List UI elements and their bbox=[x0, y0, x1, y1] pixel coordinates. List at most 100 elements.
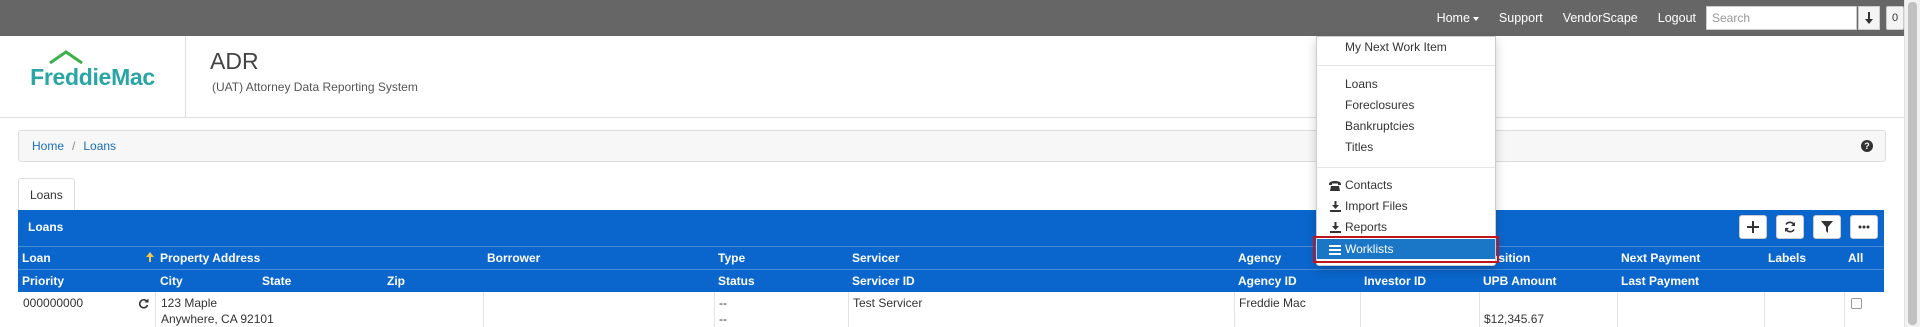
column-divider bbox=[714, 292, 715, 327]
col-header-upb-amount[interactable]: UPB Amount bbox=[1483, 274, 1557, 288]
column-divider bbox=[848, 292, 849, 327]
col-header-type[interactable]: Type bbox=[718, 251, 745, 265]
property-address-line2: Anywhere, CA 92101 bbox=[161, 312, 274, 326]
help-icon[interactable]: ? bbox=[1861, 140, 1873, 152]
loans-panel-header: Loans bbox=[18, 210, 1884, 246]
loan-status: -- bbox=[719, 312, 727, 326]
column-divider bbox=[1234, 292, 1235, 327]
search-submit-button[interactable] bbox=[1858, 6, 1880, 30]
col-header-property-address[interactable]: Property Address bbox=[160, 251, 260, 265]
ellipsis-icon bbox=[1858, 225, 1870, 229]
agency-name: Freddie Mac bbox=[1239, 296, 1306, 310]
col-header-agency[interactable]: Agency bbox=[1238, 251, 1281, 265]
column-divider bbox=[1479, 292, 1480, 327]
table-header-row-2: Priority City State Zip Status Servicer … bbox=[18, 269, 1884, 292]
menu-item-contacts[interactable]: Contacts bbox=[1317, 175, 1495, 195]
loan-type: -- bbox=[719, 296, 727, 310]
col-header-labels[interactable]: Labels bbox=[1768, 251, 1806, 265]
menu-item-label: My Next Work Item bbox=[1345, 40, 1447, 54]
col-header-investor-id[interactable]: Investor ID bbox=[1364, 274, 1426, 288]
menu-item-reports[interactable]: Reports bbox=[1317, 217, 1495, 237]
logout-link[interactable]: Logout bbox=[1658, 11, 1696, 25]
menu-item-bankruptcies[interactable]: Bankruptcies bbox=[1317, 116, 1495, 136]
menu-item-label: Titles bbox=[1345, 140, 1374, 154]
loan-number-link[interactable]: 000000000 bbox=[23, 295, 83, 311]
col-header-servicer-id[interactable]: Servicer ID bbox=[852, 274, 915, 288]
top-navbar: Home Support VendorScape Logout 0 bbox=[0, 0, 1904, 36]
more-options-button[interactable] bbox=[1850, 215, 1878, 239]
arrow-down-icon bbox=[1865, 12, 1873, 24]
sort-asc-icon[interactable] bbox=[146, 251, 154, 265]
app-title: ADR bbox=[210, 48, 259, 74]
col-header-next-payment[interactable]: Next Payment bbox=[1621, 251, 1700, 265]
refresh-icon bbox=[1785, 221, 1795, 233]
menu-divider bbox=[1317, 65, 1495, 66]
search-input[interactable] bbox=[1706, 6, 1857, 30]
filter-icon bbox=[1821, 221, 1833, 233]
col-header-agency-id[interactable]: Agency ID bbox=[1238, 274, 1297, 288]
col-header-status[interactable]: Status bbox=[718, 274, 755, 288]
column-divider bbox=[1617, 292, 1618, 327]
row-select-checkbox[interactable] bbox=[1851, 298, 1862, 309]
menu-item-import-files[interactable]: Import Files bbox=[1317, 196, 1495, 216]
col-header-city[interactable]: City bbox=[160, 274, 183, 288]
phone-icon bbox=[1329, 180, 1341, 191]
app-header: FreddieMac ADR (UAT) Attorney Data Repor… bbox=[0, 36, 1904, 118]
col-header-priority[interactable]: Priority bbox=[22, 274, 64, 288]
table-header-row-1: Loan Property Address Borrower Type Serv… bbox=[18, 246, 1884, 269]
home-menu-toggle[interactable]: Home bbox=[1437, 11, 1479, 25]
vendorscape-link[interactable]: VendorScape bbox=[1563, 11, 1638, 25]
support-link[interactable]: Support bbox=[1499, 11, 1543, 25]
column-divider bbox=[155, 292, 156, 327]
add-button[interactable] bbox=[1739, 215, 1767, 239]
vertical-scrollbar[interactable] bbox=[1904, 0, 1920, 327]
freddie-mac-logo[interactable]: FreddieMac bbox=[30, 49, 155, 91]
menu-item-label: Bankruptcies bbox=[1345, 119, 1415, 133]
servicer-name: Test Servicer bbox=[853, 296, 923, 310]
breadcrumb-home[interactable]: Home bbox=[32, 139, 64, 153]
home-menu-label: Home bbox=[1436, 11, 1470, 25]
page: Home Support VendorScape Logout 0 Freddi… bbox=[0, 0, 1920, 327]
logo-cell: FreddieMac bbox=[0, 36, 186, 118]
menu-item-foreclosures[interactable]: Foreclosures bbox=[1317, 95, 1495, 115]
menu-item-my-next-work-item[interactable]: My Next Work Item bbox=[1317, 37, 1495, 57]
menu-item-titles[interactable]: Titles bbox=[1317, 137, 1495, 157]
column-divider bbox=[1764, 292, 1765, 327]
logo-word-mac: Mac bbox=[111, 63, 155, 90]
breadcrumb-separator: / bbox=[72, 139, 76, 153]
tab-loans[interactable]: Loans bbox=[18, 178, 75, 210]
import-icon bbox=[1329, 201, 1341, 212]
plus-icon bbox=[1747, 221, 1759, 233]
menu-item-label: Foreclosures bbox=[1345, 98, 1415, 112]
col-header-all[interactable]: All bbox=[1848, 251, 1863, 265]
col-header-state[interactable]: State bbox=[262, 274, 291, 288]
worklists-highlight-box bbox=[1313, 236, 1499, 263]
table-row[interactable]: 000000000 123 Maple Anywhere, CA 92101 -… bbox=[18, 292, 1884, 327]
col-header-loan[interactable]: Loan bbox=[22, 251, 51, 265]
refresh-button[interactable] bbox=[1776, 215, 1804, 239]
filter-button[interactable] bbox=[1813, 215, 1841, 239]
breadcrumb-loans[interactable]: Loans bbox=[83, 139, 116, 153]
menu-item-loans[interactable]: Loans bbox=[1317, 74, 1495, 94]
top-nav-links: Home Support VendorScape Logout 0 bbox=[1437, 0, 1904, 36]
menu-divider bbox=[1317, 167, 1495, 168]
report-icon bbox=[1329, 222, 1341, 233]
col-header-borrower[interactable]: Borrower bbox=[487, 251, 540, 265]
col-header-zip[interactable]: Zip bbox=[387, 274, 405, 288]
panel-title: Loans bbox=[28, 220, 64, 234]
count-badge[interactable]: 0 bbox=[1886, 6, 1904, 30]
column-divider bbox=[1360, 292, 1361, 327]
col-header-servicer[interactable]: Servicer bbox=[852, 251, 899, 265]
column-divider bbox=[1844, 292, 1845, 327]
logo-roof-icon bbox=[49, 49, 83, 64]
open-loan-icon[interactable] bbox=[138, 297, 149, 313]
menu-item-label: Reports bbox=[1345, 220, 1388, 234]
scrollbar-thumb[interactable] bbox=[1908, 2, 1917, 325]
search-box bbox=[1706, 6, 1880, 30]
col-header-last-payment[interactable]: Last Payment bbox=[1621, 274, 1699, 288]
breadcrumb: Home / Loans ? bbox=[18, 130, 1886, 162]
column-divider bbox=[483, 292, 484, 327]
app-subtitle: (UAT) Attorney Data Reporting System bbox=[212, 80, 418, 94]
menu-item-label: Contacts bbox=[1345, 178, 1393, 192]
upb-amount: $12,345.67 bbox=[1484, 312, 1545, 326]
